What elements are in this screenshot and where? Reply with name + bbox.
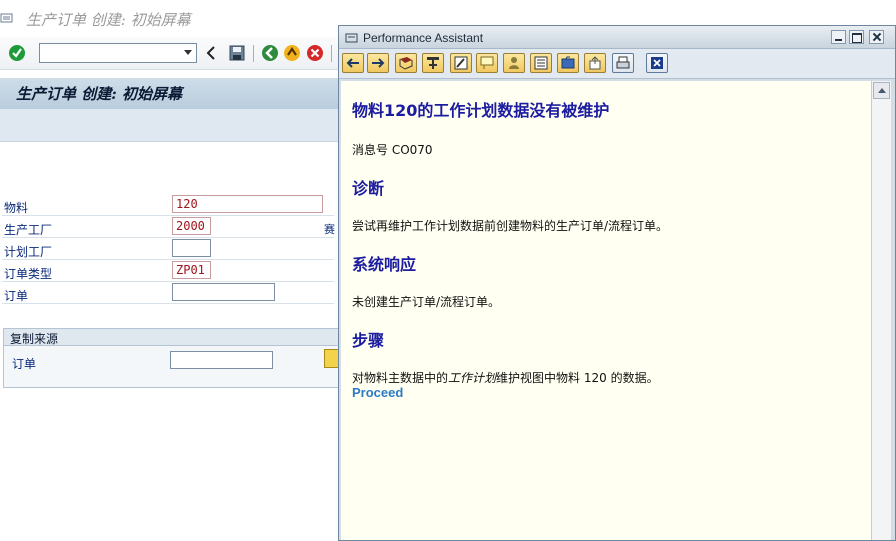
order-field[interactable] — [172, 283, 275, 301]
diagnosis-text: 尝试再维护工作计划数据前创建物料的生产订单/流程订单。 — [352, 219, 669, 233]
assistant-toolbar — [339, 49, 895, 100]
planning-plant-field[interactable] — [172, 239, 211, 257]
assistant-title-bar: Performance Assistant — [339, 26, 895, 49]
steps-text-part: 对物料主数据中的 — [352, 371, 449, 385]
forward-icon — [372, 58, 385, 68]
window-icon — [345, 33, 358, 43]
production-plant-label: 生产工厂 — [4, 223, 53, 237]
order-type-row: 订单类型 ZP01 — [2, 260, 334, 282]
production-plant-field[interactable]: 2000 — [172, 217, 211, 235]
steps-text-italic: 工作计划 — [448, 371, 497, 385]
page-title: 生产订单 创建: 初始屏幕 — [16, 85, 182, 103]
green-back-icon[interactable] — [261, 44, 279, 62]
material-row: 物料 120 — [2, 194, 334, 216]
steps-heading: 步骤 — [352, 331, 385, 350]
message-number: 消息号 CO070 — [352, 143, 433, 157]
system-response-text: 未创建生产订单/流程订单。 — [352, 295, 501, 309]
note-icon — [480, 56, 494, 69]
production-plant-row: 生产工厂 2000 — [2, 216, 334, 238]
order-label: 订单 — [4, 289, 29, 303]
back-icon — [346, 58, 359, 68]
print-icon — [616, 56, 630, 69]
folder-icon — [561, 56, 575, 69]
menu-icon[interactable] — [0, 11, 14, 25]
order-type-label: 订单类型 — [4, 267, 53, 281]
planning-plant-label: 计划工厂 — [4, 245, 53, 259]
window-title: 生产订单 创建: 初始屏幕 — [26, 11, 191, 29]
export-icon — [589, 56, 601, 70]
minimize-button[interactable] — [831, 30, 846, 44]
back-arrow-icon[interactable] — [203, 44, 221, 62]
assistant-title: Performance Assistant — [363, 31, 484, 45]
user-icon — [509, 57, 519, 69]
order-row: 订单 — [2, 282, 334, 304]
planning-plant-row: 计划工厂 — [2, 238, 334, 260]
copy-group-header: 复制来源 — [4, 329, 338, 346]
assistant-content: 物料120的工作计划数据没有被维护 消息号 CO070 诊断 尝试再维护工作计划… — [341, 81, 871, 540]
edit-button[interactable] — [450, 53, 472, 73]
message-heading: 物料120的工作计划数据没有被维护 — [352, 101, 610, 120]
steps-text: 对物料主数据中的工作计划维护视图中物料 120 的数据。 — [352, 369, 659, 386]
exit-icon[interactable] — [283, 44, 301, 62]
system-response-heading: 系统响应 — [352, 255, 417, 274]
copy-group-title: 复制来源 — [10, 332, 59, 346]
truncated-label: 赛 — [324, 223, 335, 236]
close-assistant-button[interactable] — [646, 53, 668, 73]
performance-assistant-window: Performance Assistant 物料120的工作计划数据没有被维护 … — [338, 25, 896, 541]
list-button[interactable] — [530, 53, 552, 73]
copy-from-group: 复制来源 订单 — [3, 328, 342, 388]
close-icon — [651, 57, 663, 69]
folder-button[interactable] — [557, 53, 579, 73]
scroll-up-button[interactable] — [873, 82, 890, 99]
command-field[interactable] — [39, 43, 197, 63]
back-button[interactable] — [342, 53, 364, 73]
close-window-button[interactable] — [869, 30, 884, 44]
tree-icon — [427, 57, 439, 69]
chevron-down-icon[interactable] — [184, 50, 192, 55]
copy-order-field[interactable] — [170, 351, 273, 369]
tree-button[interactable] — [422, 53, 444, 73]
toolbar-separator — [331, 45, 332, 62]
steps-text-part: 维护视图中物料 120 的数据。 — [496, 371, 659, 385]
export-button[interactable] — [584, 53, 606, 73]
save-icon[interactable] — [228, 44, 246, 62]
print-button[interactable] — [612, 53, 634, 73]
book-button[interactable] — [395, 53, 417, 73]
check-icon[interactable] — [8, 44, 26, 62]
toolbar-separator — [253, 45, 254, 62]
copy-order-label: 订单 — [12, 357, 37, 371]
proceed-link[interactable]: Proceed — [352, 385, 403, 400]
edit-icon — [454, 56, 468, 70]
cancel-icon[interactable] — [306, 44, 324, 62]
book-icon — [399, 57, 413, 70]
diagnosis-heading: 诊断 — [352, 179, 385, 198]
material-field[interactable]: 120 — [172, 195, 323, 213]
maximize-button[interactable] — [849, 30, 864, 44]
order-type-field[interactable]: ZP01 — [172, 261, 211, 279]
material-label: 物料 — [4, 201, 29, 215]
user-button[interactable] — [503, 53, 525, 73]
note-button[interactable] — [476, 53, 498, 73]
vertical-scrollbar[interactable] — [871, 81, 891, 540]
list-icon — [534, 56, 548, 70]
forward-button[interactable] — [367, 53, 389, 73]
